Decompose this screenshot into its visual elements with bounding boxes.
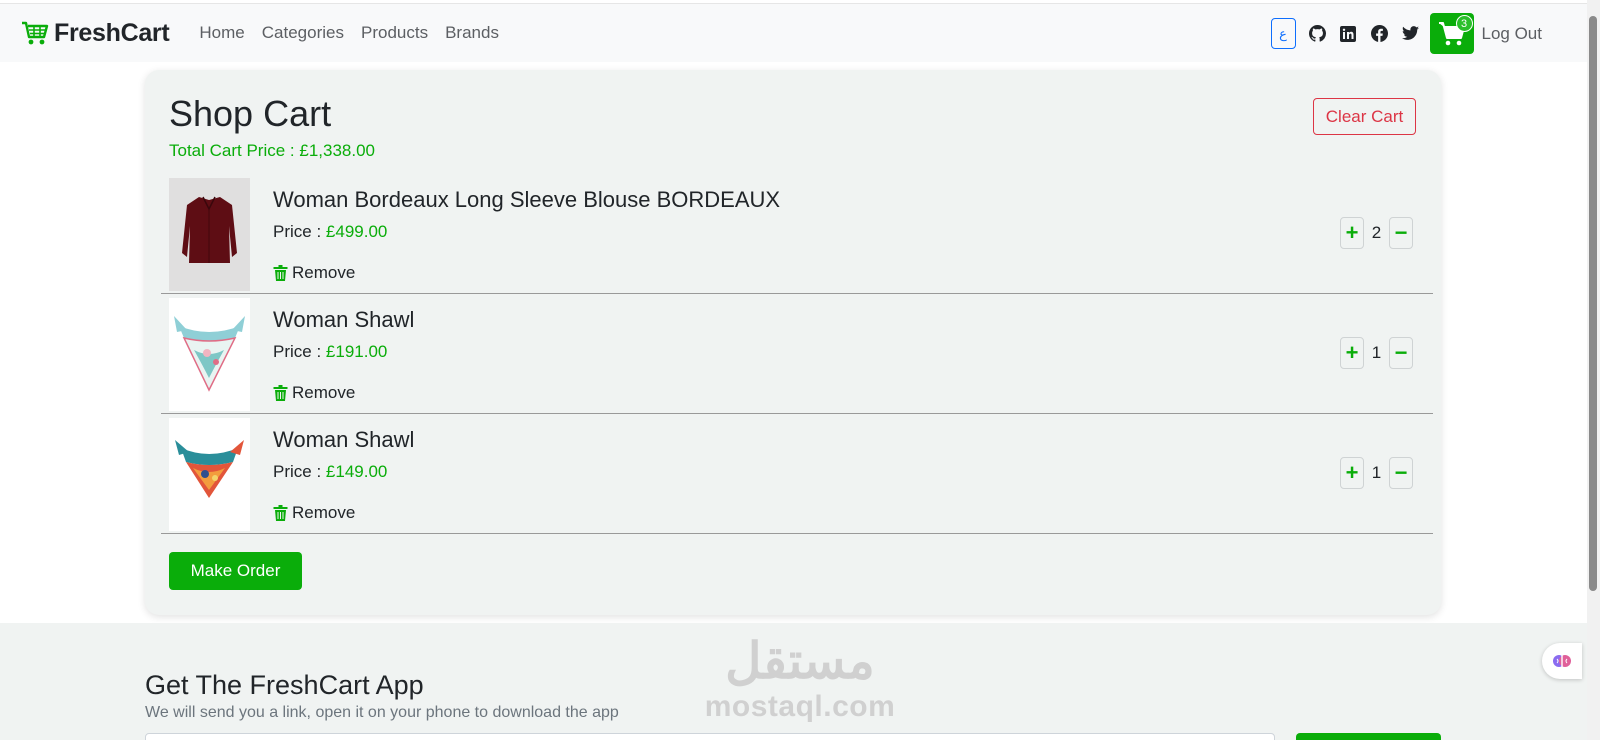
product-name: Woman Shawl (273, 307, 415, 332)
price-value: £191.00 (325, 342, 388, 361)
quantity-value: 2 (1371, 223, 1382, 242)
product-price: Price : £149.00 (273, 462, 387, 482)
github-icon[interactable] (1302, 18, 1333, 49)
footer: مستقل mostaql.com Get The FreshCart App … (0, 623, 1587, 740)
app-promo-title: Get The FreshCart App (145, 670, 424, 700)
product-price: Price : £191.00 (273, 342, 387, 362)
clear-cart-button[interactable]: Clear Cart (1313, 98, 1416, 135)
nav-right: ع 3 Log Out (1270, 4, 1543, 63)
email-field[interactable] (145, 733, 1275, 740)
language-toggle-button[interactable]: ع (1270, 18, 1296, 49)
total-price-label: Total Cart Price : (169, 141, 300, 160)
price-label: Price : (273, 222, 326, 241)
quantity-stepper: + 1 − (1340, 337, 1413, 369)
scrollbar-thumb[interactable] (1589, 16, 1597, 591)
watermark: مستقل mostaql.com (700, 631, 900, 723)
remove-button[interactable]: Remove (273, 263, 355, 283)
decrease-quantity-button[interactable]: − (1389, 457, 1413, 489)
cart-logo-icon (22, 21, 49, 45)
decrease-quantity-button[interactable]: − (1389, 337, 1413, 369)
nav-link-brands[interactable]: Brands (445, 23, 499, 43)
blouse-image (182, 196, 237, 263)
product-image-pastel-scarf[interactable] (169, 298, 250, 411)
share-link-button[interactable] (1296, 733, 1441, 740)
linkedin-icon[interactable] (1333, 18, 1364, 49)
cart-count-badge: 3 (1455, 15, 1473, 32)
trash-icon (273, 265, 288, 281)
nav-link-products[interactable]: Products (361, 23, 428, 43)
quantity-value: 1 (1371, 343, 1382, 362)
quantity-stepper: + 2 − (1340, 217, 1413, 249)
nav-links: Home Categories Products Brands (199, 23, 499, 43)
facebook-icon[interactable] (1364, 18, 1395, 49)
price-label: Price : (273, 462, 326, 481)
cart-item: Woman Shawl Price : £191.00 Remove + 1 − (161, 294, 1433, 414)
trash-icon (273, 385, 288, 401)
price-value: £499.00 (325, 222, 388, 241)
top-navbar: FreshCart Home Categories Products Brand… (0, 3, 1587, 62)
logout-link[interactable]: Log Out (1482, 24, 1543, 44)
vertical-scrollbar[interactable] (1587, 0, 1600, 740)
remove-label: Remove (292, 383, 356, 402)
cart-item: Woman Shawl Price : £149.00 Remove + 1 − (161, 414, 1433, 534)
product-image-colorful-scarf[interactable] (169, 418, 250, 531)
increase-quantity-button[interactable]: + (1340, 217, 1364, 249)
page-title: Shop Cart (169, 93, 332, 134)
watermark-latin: mostaql.com (704, 690, 896, 723)
decrease-quantity-button[interactable]: − (1389, 217, 1413, 249)
cart-button[interactable]: 3 (1429, 13, 1474, 54)
product-price: Price : £499.00 (273, 222, 387, 242)
total-cart-price: Total Cart Price : £1,338.00 (169, 141, 375, 161)
nav-link-categories[interactable]: Categories (262, 23, 344, 43)
remove-button[interactable]: Remove (273, 503, 355, 523)
brain-extension-icon[interactable] (1542, 643, 1582, 679)
remove-label: Remove (292, 263, 356, 282)
total-price-value: £1,338.00 (299, 141, 376, 160)
app-promo-subtitle: We will send you a link, open it on your… (145, 704, 619, 721)
price-value: £149.00 (325, 462, 388, 481)
quantity-value: 1 (1371, 463, 1382, 482)
twitter-icon[interactable] (1395, 18, 1426, 49)
cart-item: Woman Bordeaux Long Sleeve Blouse BORDEA… (161, 174, 1433, 294)
scarf-image (174, 316, 245, 392)
quantity-stepper: + 1 − (1340, 457, 1413, 489)
watermark-arabic: مستقل (725, 633, 875, 689)
make-order-button[interactable]: Make Order (169, 552, 302, 590)
product-name: Woman Shawl (273, 427, 415, 452)
shop-cart-panel: Shop Cart Total Cart Price : £1,338.00 C… (145, 70, 1441, 615)
trash-icon (273, 505, 288, 521)
product-name: Woman Bordeaux Long Sleeve Blouse BORDEA… (273, 187, 781, 212)
remove-label: Remove (292, 503, 356, 522)
price-label: Price : (273, 342, 326, 361)
scarf-image (175, 440, 244, 498)
increase-quantity-button[interactable]: + (1340, 457, 1364, 489)
increase-quantity-button[interactable]: + (1340, 337, 1364, 369)
nav-link-home[interactable]: Home (199, 23, 244, 43)
brand-logo[interactable]: FreshCart (20, 18, 170, 48)
remove-button[interactable]: Remove (273, 383, 355, 403)
product-image-blouse[interactable] (169, 178, 250, 291)
brand-name: FreshCart (54, 18, 170, 47)
